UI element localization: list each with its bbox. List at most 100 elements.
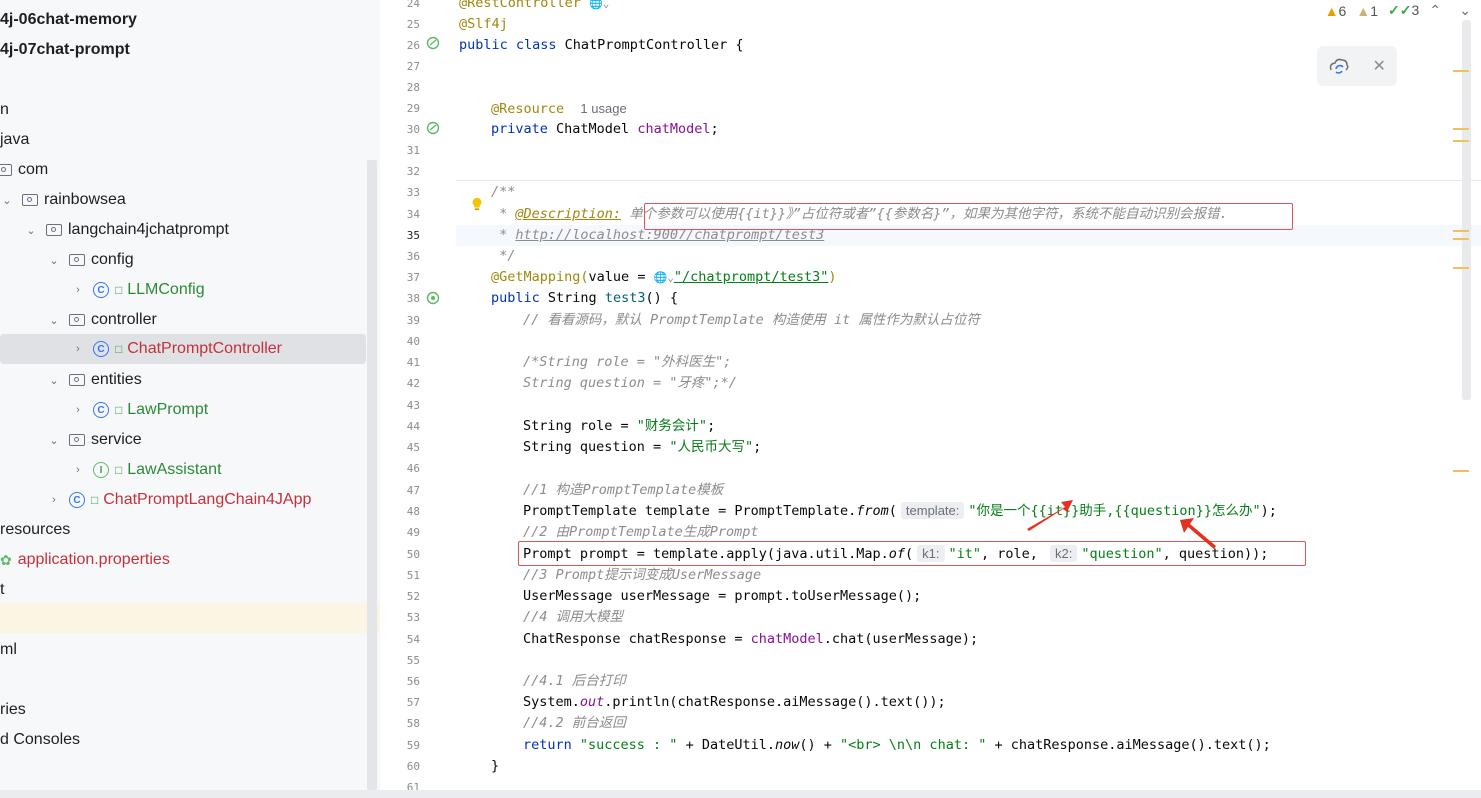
chevron-down-icon[interactable]: ⌄ — [47, 374, 61, 387]
tree-label: 4j-06chat-memory — [0, 11, 137, 28]
error-stripe-mark[interactable] — [1453, 230, 1469, 232]
tree-module-chat-memory[interactable]: 4j-06chat-memory — [0, 5, 366, 35]
chevron-down-icon[interactable]: ⌄ — [24, 224, 38, 237]
annotation-arrow — [1027, 500, 1073, 531]
line-number: 32 — [406, 165, 420, 178]
error-stripe-mark[interactable] — [1453, 128, 1469, 130]
line-number: 46 — [406, 462, 420, 475]
line-number: 34 — [406, 208, 420, 221]
chevron-down-icon[interactable]: ⌄ — [47, 434, 61, 447]
line-number: 43 — [406, 399, 420, 412]
tree-class-chatpromptcontroller[interactable]: › C □ ChatPromptController — [0, 334, 366, 364]
class-icon: C — [93, 402, 109, 418]
parameter-hint: template: — [900, 502, 965, 519]
chevron-down-icon[interactable]: ⌄ — [47, 314, 61, 327]
line-number: 26 — [406, 39, 420, 52]
code-line-56: //4.1 后台打印 — [523, 673, 626, 689]
close-icon[interactable]: ✕ — [1372, 56, 1385, 76]
warning-count[interactable]: ▲6 — [1325, 3, 1347, 19]
tree-class-lawprompt[interactable]: › C □ LawPrompt — [0, 395, 380, 425]
tree-package-service[interactable]: ⌄ service — [0, 425, 380, 455]
code-line-24: @RestController 🌐⌄ — [459, 0, 609, 14]
line-number: 28 — [406, 81, 420, 94]
line-number: 60 — [406, 760, 420, 773]
chevron-right-icon[interactable]: › — [71, 343, 85, 355]
tree-package-langchain4jchatprompt[interactable]: ⌄ langchain4jchatprompt — [0, 215, 380, 245]
error-stripe-mark[interactable] — [1453, 238, 1469, 240]
chevron-down-icon[interactable]: ⌄ — [0, 194, 14, 207]
line-number: 30 — [406, 123, 420, 136]
code-line-54: ChatResponse chatResponse = chatModel.ch… — [523, 631, 979, 647]
project-tree: 4j-06chat-memory 4j-07chat-prompt n java… — [0, 0, 380, 790]
public-access-icon: □ — [115, 342, 123, 356]
tree-file-application-properties[interactable]: ✿ application.properties — [0, 545, 366, 575]
code-line-48: PromptTemplate template = PromptTemplate… — [523, 502, 1277, 519]
error-stripe-mark[interactable] — [1453, 470, 1469, 472]
line-number: 53 — [406, 611, 420, 624]
code-line-45: String question = "人民币大写"; — [523, 439, 762, 455]
tree-module-chat-prompt[interactable]: 4j-07chat-prompt — [0, 35, 366, 65]
code-editor[interactable]: 24 25 26 27 28 29 30 31 32 33 34 35 36 3… — [380, 0, 1481, 790]
weak-warning-count[interactable]: ▲1 — [1356, 3, 1378, 19]
tree-class-llmconfig[interactable]: › C □ LLMConfig — [0, 275, 380, 305]
package-folder-icon — [22, 194, 38, 206]
tree-package-config[interactable]: ⌄ config — [0, 245, 380, 275]
tree-package-controller[interactable]: ⌄ controller — [0, 305, 380, 335]
chevron-right-icon[interactable]: › — [71, 284, 85, 296]
error-stripe-mark[interactable] — [1453, 70, 1469, 72]
tree-file-pom-xml[interactable]: ml — [0, 635, 366, 665]
line-number: 49 — [406, 526, 420, 539]
code-line-25: @Slf4j — [459, 16, 508, 32]
globe-icon[interactable]: 🌐⌄ — [589, 0, 609, 10]
tree-scrollbar[interactable] — [367, 160, 377, 790]
line-number: 48 — [406, 505, 420, 518]
globe-icon[interactable]: 🌐⌄ — [654, 271, 674, 284]
spring-bean-gutter-icon[interactable] — [426, 36, 440, 50]
tree-package-entities[interactable]: ⌄ entities — [0, 365, 380, 395]
code-line-60: } — [491, 758, 500, 774]
usage-hint[interactable]: 1 usage — [580, 101, 626, 116]
line-number-gutter[interactable]: 24 25 26 27 28 29 30 31 32 33 34 35 36 3… — [380, 0, 482, 790]
tree-package-rainbowsea[interactable]: ⌄ rainbowsea — [0, 185, 366, 215]
chevron-right-icon[interactable]: › — [71, 404, 85, 416]
request-mapping-gutter-icon[interactable] — [426, 291, 440, 305]
tree-item-main[interactable]: n — [0, 95, 366, 125]
tree-package-com[interactable]: com — [0, 155, 366, 185]
code-line-29: @Resource 1 usage — [491, 101, 627, 117]
weak-warning-icon: ▲ — [1356, 2, 1371, 19]
chevron-right-icon[interactable]: › — [47, 494, 61, 506]
warning-icon: ▲ — [1324, 2, 1339, 19]
line-number: 52 — [406, 590, 420, 603]
error-stripe-mark[interactable] — [1453, 140, 1469, 142]
bottom-strip — [0, 790, 1481, 798]
chevron-up-icon[interactable]: ⌃ — [1429, 2, 1441, 19]
code-line-53: //4 调用大模型 — [523, 609, 624, 625]
line-number: 31 — [406, 144, 420, 157]
chevron-right-icon[interactable]: › — [71, 464, 85, 476]
tree-item-java[interactable]: java — [0, 125, 366, 155]
code-line-37: @GetMapping(value = 🌐⌄"/chatprompt/test3… — [491, 269, 837, 285]
tree-item-highlighted[interactable] — [0, 603, 380, 633]
error-stripe-mark[interactable] — [1453, 267, 1469, 269]
inspection-status[interactable]: ▲6 ▲1 ✓✓3 ⌃ — [1325, 2, 1441, 19]
check-count[interactable]: ✓✓3 — [1388, 2, 1419, 19]
editor-scrollbar[interactable] — [1462, 20, 1471, 400]
code-line-39: // 看看源码，默认 PromptTemplate 构造使用 it 属性作为默认… — [523, 312, 980, 328]
spring-bean-gutter-icon[interactable] — [426, 121, 440, 135]
chevron-down-icon[interactable]: ⌄ — [47, 254, 61, 267]
code-line-26: public class ChatPromptController { — [459, 37, 744, 53]
tree-class-app[interactable]: › C □ ChatPromptLangChain4JApp — [0, 485, 380, 515]
tree-scratches-consoles[interactable]: d Consoles — [0, 725, 366, 755]
tree-external-libraries[interactable]: ries — [0, 695, 366, 725]
package-folder-icon — [46, 224, 62, 236]
tree-item-resources[interactable]: resources — [0, 515, 366, 545]
tree-interface-lawassistant[interactable]: › I □ LawAssistant — [0, 455, 380, 485]
reload-maven-icon[interactable] — [1328, 57, 1350, 75]
chevron-down-icon[interactable]: ⌄ — [1459, 2, 1471, 19]
code-line-36: */ — [491, 248, 516, 264]
line-number: 44 — [406, 420, 420, 433]
lightbulb-icon[interactable] — [470, 197, 484, 211]
interface-icon: I — [93, 462, 109, 478]
tree-item-test[interactable]: t — [0, 575, 366, 605]
tree-label: controller — [91, 311, 157, 328]
